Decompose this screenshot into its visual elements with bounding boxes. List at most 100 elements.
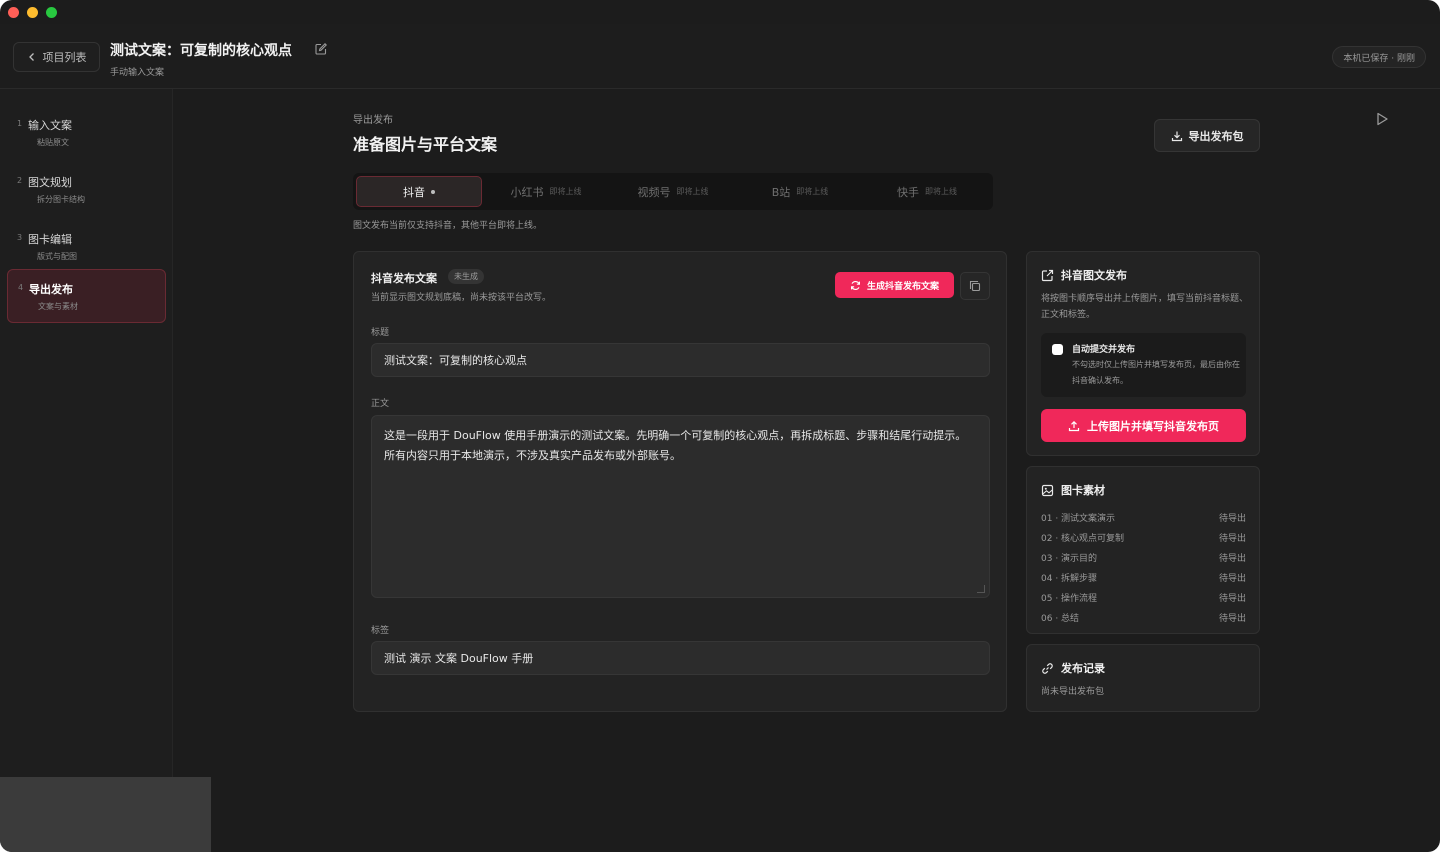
export-package-button[interactable]: 导出发布包 (1154, 119, 1260, 152)
tab-label: 抖音 (403, 185, 425, 199)
publish-panel-desc: 将按图卡顺序导出并上传图片，填写当前抖音标题、正文和标签。 (1041, 294, 1249, 320)
step-plan[interactable]: 2 图文规划 拆分图卡结构 (7, 163, 166, 217)
body-textarea[interactable]: 这是一段用于 DouFlow 使用手册演示的测试文案。先明确一个可复制的核心观点… (371, 415, 990, 598)
tab-kuaishou[interactable]: 快手 即将上线 (864, 176, 990, 207)
tab-label: 视频号 (637, 185, 671, 199)
title-field-label: 标题 (371, 328, 390, 338)
section-title: 准备图片与平台文案 (353, 135, 498, 154)
material-status: 待导出 (1218, 513, 1246, 524)
tab-bilibili[interactable]: B站 即将上线 (737, 176, 863, 207)
title-input[interactable]: 测试文案：可复制的核心观点 (371, 343, 990, 377)
play-icon[interactable] (1374, 111, 1390, 127)
refresh-icon (850, 280, 861, 291)
download-icon (1171, 130, 1183, 142)
external-link-icon (1041, 269, 1054, 282)
materials-panel-header: 图卡素材 (1041, 482, 1105, 498)
active-dot-icon (431, 189, 435, 194)
material-status: 待导出 (1218, 553, 1246, 564)
window-controls (8, 7, 57, 18)
document-title: 测试文案：可复制的核心观点 (110, 43, 292, 59)
list-item: 04 · 拆解步骤 待导出 (1041, 567, 1246, 587)
chevron-left-icon (27, 52, 37, 62)
platform-tabs: 抖音 小红书 即将上线 视频号 即将上线 B站 即将上线 快手 即将上线 (353, 173, 993, 210)
material-status: 待导出 (1218, 593, 1246, 604)
step-input-copy[interactable]: 1 输入文案 粘贴原文 (7, 106, 166, 160)
generate-copy-label: 生成抖音发布文案 (866, 281, 939, 292)
list-item: 03 · 演示目的 待导出 (1041, 547, 1246, 567)
step-number: 2 (17, 176, 23, 185)
tab-xiaohongshu[interactable]: 小红书 即将上线 (483, 176, 609, 207)
save-status-badge: 本机已保存 · 刚刚 (1332, 46, 1426, 68)
step-number: 1 (17, 119, 23, 128)
body-field-label: 正文 (371, 399, 390, 409)
material-name: 02 · 核心观点可复制 (1041, 533, 1125, 544)
tab-label: 快手 (897, 185, 919, 199)
back-to-projects-button[interactable]: 项目列表 (13, 42, 100, 72)
step-sublabel: 粘贴原文 (37, 138, 69, 147)
materials-list: 01 · 测试文案演示 待导出 02 · 核心观点可复制 待导出 03 · 演示目的… (1041, 507, 1246, 627)
list-item: 02 · 核心观点可复制 待导出 (1041, 527, 1246, 547)
material-name: 01 · 测试文案演示 (1041, 513, 1116, 524)
back-label: 项目列表 (42, 51, 87, 64)
douyin-publish-panel: 抖音图文发布 将按图卡顺序导出并上传图片，填写当前抖音标题、正文和标签。 自动提… (1026, 251, 1260, 456)
material-name: 03 · 演示目的 (1041, 553, 1098, 564)
material-status: 待导出 (1218, 613, 1246, 624)
step-export-publish[interactable]: 4 导出发布 文案与素材 (7, 269, 166, 323)
tabs-note: 图文发布当前仅支持抖音，其他平台即将上线。 (353, 221, 543, 231)
material-status: 待导出 (1218, 533, 1246, 544)
tags-input[interactable]: 测试 演示 文案 DouFlow 手册 (371, 641, 990, 675)
material-name: 04 · 拆解步骤 (1041, 573, 1098, 584)
step-label: 图卡编辑 (28, 233, 72, 246)
section-eyebrow: 导出发布 (353, 115, 393, 126)
document-source: 手动输入文案 (110, 68, 165, 78)
copy-panel-subtitle: 当前显示图文规划底稿，尚未按该平台改写。 (371, 293, 552, 303)
empty-area (0, 777, 211, 852)
minimize-window-button[interactable] (27, 7, 38, 18)
edit-icon[interactable] (314, 42, 328, 56)
tags-field-label: 标签 (371, 626, 390, 636)
body-text: 这是一段用于 DouFlow 使用手册演示的测试文案。先明确一个可复制的核心观点… (384, 429, 967, 462)
coming-soon-label: 即将上线 (676, 187, 709, 196)
copy-panel-title: 抖音发布文案 (371, 272, 437, 285)
auto-publish-option[interactable]: 自动提交并发布 不勾选时仅上传图片并填写发布页，最后由你在抖音确认发布。 (1041, 333, 1246, 397)
tab-label: 小红书 (510, 185, 544, 199)
upload-icon (1068, 420, 1080, 432)
upload-publish-button[interactable]: 上传图片并填写抖音发布页 (1041, 409, 1246, 442)
step-sidebar: 1 输入文案 粘贴原文 2 图文规划 拆分图卡结构 3 图卡编辑 版式与配图 4… (0, 89, 173, 777)
tab-channels[interactable]: 视频号 即将上线 (610, 176, 736, 207)
step-card-edit[interactable]: 3 图卡编辑 版式与配图 (7, 220, 166, 274)
log-panel-title: 发布记录 (1061, 662, 1105, 675)
publish-panel-header: 抖音图文发布 (1041, 267, 1127, 283)
material-name: 06 · 总结 (1041, 613, 1080, 624)
list-item: 06 · 总结 待导出 (1041, 607, 1246, 627)
export-package-label: 导出发布包 (1188, 129, 1244, 143)
auto-publish-title: 自动提交并发布 (1072, 345, 1136, 355)
copy-icon (969, 280, 981, 292)
step-label: 导出发布 (29, 283, 73, 296)
material-name: 05 · 操作流程 (1041, 593, 1098, 604)
list-item: 05 · 操作流程 待导出 (1041, 587, 1246, 607)
coming-soon-label: 即将上线 (796, 187, 829, 196)
card-materials-panel: 图卡素材 01 · 测试文案演示 待导出 02 · 核心观点可复制 待导出 03 ·… (1026, 466, 1260, 634)
auto-publish-checkbox[interactable] (1052, 344, 1063, 355)
image-icon (1041, 484, 1054, 497)
step-sublabel: 拆分图卡结构 (37, 195, 85, 204)
log-panel-header: 发布记录 (1041, 660, 1105, 676)
copy-button[interactable] (960, 272, 990, 300)
step-sublabel: 版式与配图 (37, 252, 77, 261)
publish-panel-title: 抖音图文发布 (1061, 269, 1127, 282)
generate-copy-button[interactable]: 生成抖音发布文案 (835, 272, 954, 298)
tab-label: B站 (771, 185, 791, 199)
step-label: 输入文案 (28, 119, 72, 132)
tab-douyin[interactable]: 抖音 (356, 176, 482, 207)
step-number: 3 (17, 233, 23, 242)
coming-soon-label: 即将上线 (549, 187, 582, 196)
zoom-window-button[interactable] (46, 7, 57, 18)
resize-handle[interactable] (977, 585, 985, 593)
log-empty-state: 尚未导出发布包 (1041, 687, 1105, 697)
close-window-button[interactable] (8, 7, 19, 18)
app-window: 项目列表 测试文案：可复制的核心观点 手动输入文案 本机已保存 · 刚刚 1 输… (0, 0, 1440, 852)
status-badge: 未生成 (448, 269, 484, 284)
step-label: 图文规划 (28, 176, 72, 189)
publish-log-panel: 发布记录 尚未导出发布包 (1026, 644, 1260, 712)
